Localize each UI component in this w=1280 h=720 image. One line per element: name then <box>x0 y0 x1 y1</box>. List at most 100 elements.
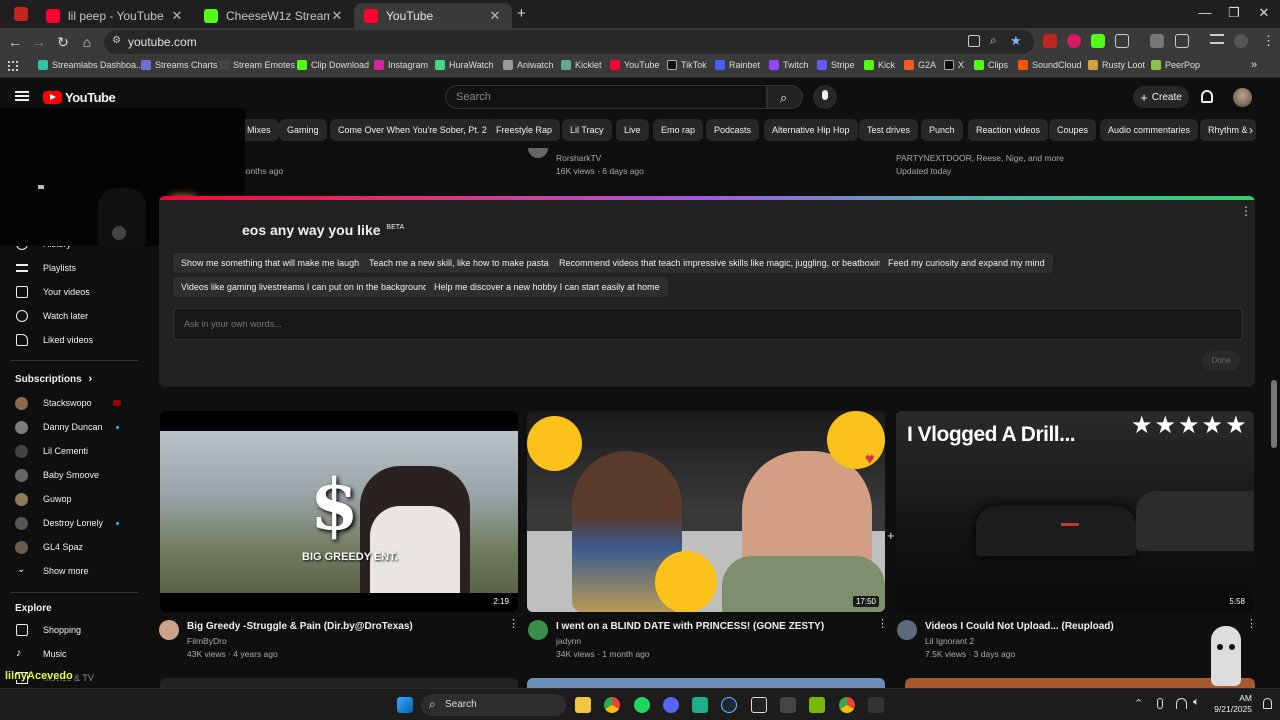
bookmark-item[interactable]: HuraWatch <box>435 60 494 70</box>
profile-avatar[interactable] <box>1234 34 1248 48</box>
sidebar-item-watch-later[interactable]: Watch later <box>0 304 150 328</box>
tray-clock[interactable]: AM 9/21/2025 <box>1212 693 1252 715</box>
subscription-item[interactable]: Guwop <box>0 487 150 511</box>
app-green-icon[interactable] <box>692 697 708 713</box>
tray-mic-icon[interactable] <box>1157 698 1163 709</box>
suggestion-chip[interactable]: Teach me a new skill, like how to make p… <box>361 253 557 273</box>
extension-gray-icon[interactable] <box>1150 34 1164 48</box>
notification-bell-icon[interactable] <box>1263 698 1272 709</box>
bookmark-item[interactable]: SoundCloud <box>1018 60 1082 70</box>
forward-icon[interactable]: → <box>30 33 48 51</box>
extensions-puzzle-icon[interactable] <box>1115 34 1129 48</box>
bookmark-item[interactable]: Clips <box>974 60 1008 70</box>
subscription-item[interactable]: Stackswopo <box>0 391 150 415</box>
bookmark-item[interactable]: Clip Download <box>297 60 369 70</box>
channel-avatar[interactable] <box>897 620 917 640</box>
chip[interactable]: Come Over When You're Sober, Pt. 2 <box>330 119 495 141</box>
show-more-button[interactable]: ⌄ Show more <box>0 559 150 583</box>
apps-grid-icon[interactable] <box>8 61 18 71</box>
chip[interactable]: Reaction videos <box>968 119 1049 141</box>
video-thumbnail[interactable]: $ BIG GREEDY ENT. 2:19 <box>160 411 518 612</box>
subscription-item[interactable]: Baby Smoove <box>0 463 150 487</box>
video-title[interactable]: Videos I Could Not Upload... (Reupload) <box>925 621 1114 632</box>
suggestion-chip[interactable]: Recommend videos that teach impressive s… <box>551 253 895 273</box>
video-thumbnail-partial[interactable] <box>905 678 1255 688</box>
video-menu-icon[interactable]: ⋮ <box>877 619 888 630</box>
video-thumbnail-partial[interactable] <box>527 678 885 688</box>
channel-avatar[interactable] <box>528 620 548 640</box>
bookmark-item[interactable]: Streamlabs Dashboa... <box>38 60 144 70</box>
chip[interactable]: Alternative Hip Hop <box>764 119 858 141</box>
chip[interactable]: Gaming <box>279 119 327 141</box>
back-icon[interactable]: ← <box>6 33 24 51</box>
bookmark-item[interactable]: Streams Charts <box>141 60 218 70</box>
more-bookmarks-icon[interactable]: » <box>1251 59 1257 71</box>
chip[interactable]: Podcasts <box>706 119 760 141</box>
steam-icon[interactable] <box>721 697 737 713</box>
suggestion-chip[interactable]: Feed my curiosity and expand my mind <box>880 253 1053 273</box>
chip[interactable]: Coupes <box>1049 119 1097 141</box>
video-menu-icon[interactable]: ⋮ <box>508 619 519 630</box>
voice-search-button[interactable] <box>813 85 837 109</box>
bookmark-item[interactable]: X <box>944 60 964 70</box>
app-gray-icon[interactable] <box>780 697 796 713</box>
card-menu-icon[interactable]: ⋮ <box>1240 204 1252 218</box>
extension-pink-icon[interactable] <box>1067 34 1081 48</box>
address-bar[interactable]: ⚙ youtube.com ⌕ ★ <box>104 30 1034 54</box>
nvidia-icon[interactable] <box>809 697 825 713</box>
video-thumbnail-partial[interactable] <box>160 678 518 688</box>
reload-icon[interactable]: ↻ <box>54 33 72 51</box>
close-tab-icon[interactable]: ✕ <box>330 8 344 24</box>
subscription-item[interactable]: Lil Cementi <box>0 439 150 463</box>
sidebar-item-your-videos[interactable]: Your videos <box>0 280 150 304</box>
ask-input[interactable]: Ask in your own words... <box>173 308 1243 340</box>
sidebar-item-playlists[interactable]: Playlists <box>0 256 150 280</box>
tab-lil-peep[interactable]: lil peep - YouTube ✕ <box>36 3 194 28</box>
sidepanel-icon[interactable] <box>1175 34 1189 48</box>
suggestion-chip[interactable]: Show me something that will make me laug… <box>173 253 368 273</box>
bookmark-item[interactable]: Aniwatch <box>503 60 554 70</box>
subscription-item[interactable]: Danny Duncan <box>0 415 150 439</box>
chrome-icon[interactable] <box>604 697 620 713</box>
bookmark-item[interactable]: Rainbet <box>715 60 760 70</box>
file-explorer-icon[interactable] <box>575 697 591 713</box>
chip[interactable]: Lil Tracy <box>562 119 612 141</box>
search-button[interactable]: ⌕ <box>767 85 803 109</box>
epic-games-icon[interactable] <box>751 697 767 713</box>
scrollbar-thumb[interactable] <box>1271 380 1277 448</box>
bookmark-item[interactable]: Rusty Loot <box>1088 60 1145 70</box>
tray-speaker-icon[interactable]: 🔈︎ <box>1193 696 1200 709</box>
close-tab-icon[interactable]: ✕ <box>170 8 184 24</box>
bookmark-item[interactable]: YouTube <box>610 60 659 70</box>
site-info-icon[interactable]: ⚙ <box>112 35 121 46</box>
discord-icon[interactable] <box>663 697 679 713</box>
video-menu-icon[interactable]: ⋮ <box>1246 619 1257 630</box>
done-button[interactable]: Done <box>1202 351 1240 371</box>
sidebar-item-shopping[interactable]: Shopping <box>0 618 150 642</box>
channel-name[interactable]: jadynn <box>556 636 581 646</box>
chip[interactable]: Emo rap <box>653 119 704 141</box>
tray-headset-icon[interactable] <box>1176 698 1187 709</box>
youtube-logo[interactable]: YouTube <box>43 90 116 105</box>
bookmark-item[interactable]: Instagram <box>374 60 428 70</box>
bookmark-item[interactable]: Twitch <box>769 60 809 70</box>
chip[interactable]: Freestyle Rap <box>488 119 561 141</box>
notifications-bell-icon[interactable] <box>1201 90 1213 103</box>
subscriptions-heading[interactable]: Subscriptions › <box>15 373 92 385</box>
channel-name[interactable]: RorsharkTV <box>556 153 601 163</box>
zoom-icon[interactable]: ⌕ <box>990 33 997 48</box>
video-title[interactable]: Big Greedy -Struggle & Pain (Dir.by@DroT… <box>187 621 413 632</box>
playlist-artists[interactable]: PARTYNEXTDOOR, Reese, Nige, and more <box>896 153 1064 163</box>
chip[interactable]: Punch <box>921 119 963 141</box>
bookmark-item[interactable]: G2A <box>904 60 936 70</box>
chip[interactable]: Test drives <box>859 119 919 141</box>
subscription-item[interactable]: GL4 Spaz <box>0 535 150 559</box>
chip[interactable]: Live <box>616 119 649 141</box>
chevron-right-icon[interactable]: › <box>1249 123 1253 137</box>
bookmark-item[interactable]: Stripe <box>817 60 855 70</box>
browser-menu-icon[interactable]: ⋮ <box>1262 33 1275 49</box>
suggestion-chip[interactable]: Help me discover a new hobby I can start… <box>426 277 668 297</box>
taskbar-search[interactable]: ⌕ Search <box>421 694 566 716</box>
tab-search-icon[interactable] <box>14 7 28 21</box>
chrome-icon[interactable] <box>839 697 855 713</box>
